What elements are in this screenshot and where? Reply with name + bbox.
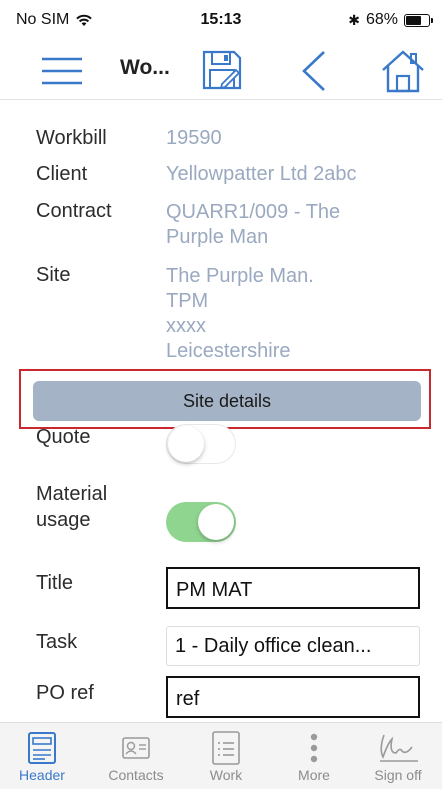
site-line: Leicestershire xyxy=(166,340,291,362)
tab-label: Header xyxy=(19,767,65,783)
save-icon xyxy=(202,50,242,90)
contract-value: QUARR1/009 - The Purple Man xyxy=(166,200,416,250)
tab-header[interactable]: Header xyxy=(2,729,82,783)
title-field[interactable]: PM MAT xyxy=(166,567,420,609)
more-icon xyxy=(310,733,318,763)
quote-toggle[interactable] xyxy=(166,424,236,464)
home-button[interactable] xyxy=(378,46,428,96)
site-line: xxxx xyxy=(166,315,206,337)
toggle-knob xyxy=(168,426,204,462)
contract-label: Contract xyxy=(36,200,112,222)
tab-label: Work xyxy=(209,767,243,783)
tab-contacts[interactable]: Contacts xyxy=(96,729,176,783)
status-right: ✱ 68% xyxy=(348,11,433,29)
task-select[interactable]: 1 - Daily office clean... xyxy=(166,626,420,666)
toggle-knob xyxy=(198,504,234,540)
tab-label: More xyxy=(298,767,330,783)
workbill-label: Workbill xyxy=(36,127,107,149)
client-label: Client xyxy=(36,163,88,185)
battery-icon xyxy=(404,13,433,27)
material-usage-label: Material usage xyxy=(36,481,107,533)
site-line: The Purple Man. xyxy=(166,265,314,287)
home-icon xyxy=(382,50,424,93)
save-button[interactable] xyxy=(198,46,246,94)
material-line: Material xyxy=(36,483,108,505)
battery-percent: 68% xyxy=(365,11,398,28)
task-label: Task xyxy=(36,631,78,653)
client-value: Yellowpatter Ltd 2abc xyxy=(166,163,357,185)
back-button[interactable] xyxy=(296,48,332,94)
bluetooth-icon: ✱ xyxy=(348,11,360,28)
menu-button[interactable] xyxy=(38,54,86,88)
material-line: usage xyxy=(36,509,91,531)
back-icon xyxy=(302,51,325,91)
site-value: The Purple Man. TPM xxxx Leicestershire xyxy=(166,264,416,364)
contacts-icon xyxy=(122,737,150,759)
tab-label: Sign off xyxy=(374,767,422,783)
po-ref-label: PO ref xyxy=(36,682,94,704)
tab-sign-off[interactable]: Sign off xyxy=(358,729,438,783)
page-title: Wo... xyxy=(120,56,170,79)
contract-line: Purple Man xyxy=(166,226,269,248)
signature-icon xyxy=(380,734,418,762)
tab-work[interactable]: Work xyxy=(186,729,266,783)
site-label: Site xyxy=(36,264,71,286)
workbill-value: 19590 xyxy=(166,127,222,149)
quote-label: Quote xyxy=(36,426,91,448)
tab-bar: Header Contacts Work More Sign off xyxy=(0,722,442,789)
site-line: TPM xyxy=(166,290,209,312)
menu-icon xyxy=(42,57,82,85)
po-ref-field[interactable]: ref xyxy=(166,676,420,718)
status-bar: No SIM 15:13 ✱ 68% xyxy=(0,0,442,40)
work-icon xyxy=(212,731,240,765)
tab-more[interactable]: More xyxy=(274,729,354,783)
material-usage-toggle[interactable] xyxy=(166,502,236,542)
nav-bar: Wo... xyxy=(0,40,442,100)
site-details-button[interactable]: Site details xyxy=(33,381,421,421)
contract-line: QUARR1/009 - The xyxy=(166,201,341,223)
title-label: Title xyxy=(36,572,74,594)
tab-label: Contacts xyxy=(108,767,164,783)
header-icon xyxy=(28,732,56,764)
